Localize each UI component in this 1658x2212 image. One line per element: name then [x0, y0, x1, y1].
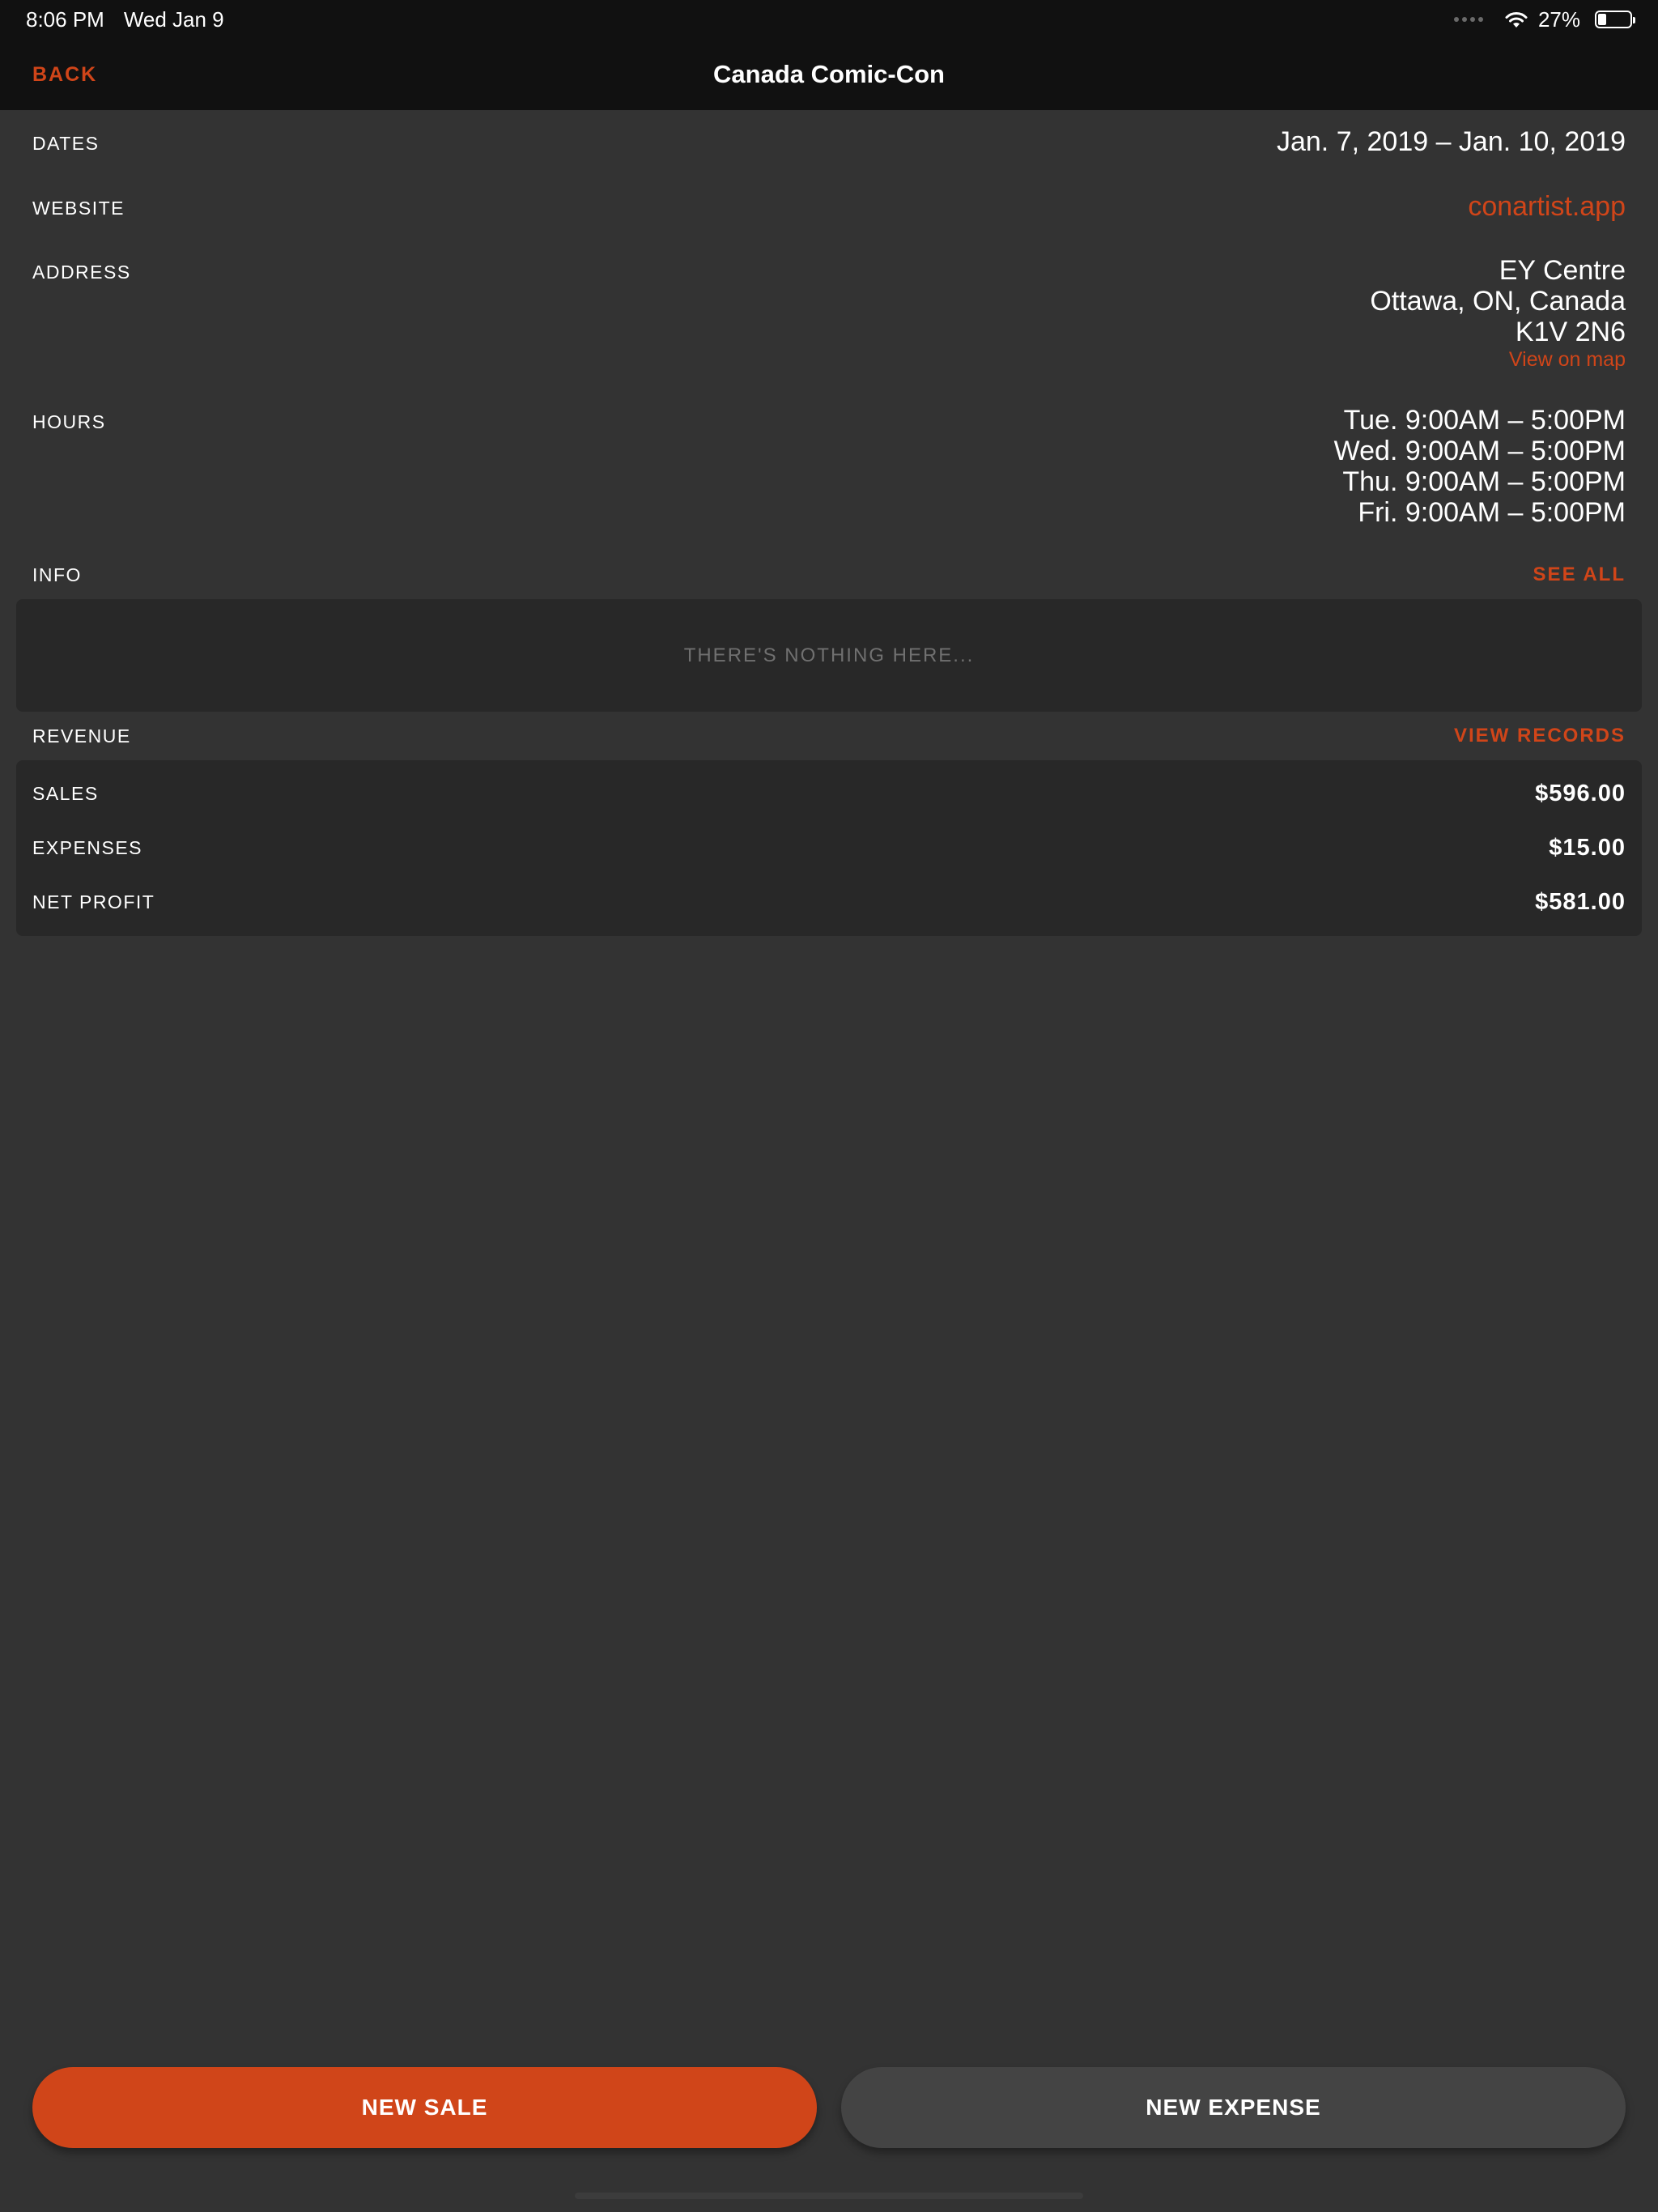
address-row: ADDRESS EY Centre Ottawa, ON, Canada K1V… — [0, 239, 1658, 389]
address-line: Ottawa, ON, Canada — [1370, 286, 1626, 317]
info-title: INFO — [32, 564, 82, 585]
sales-value: $596.00 — [1535, 781, 1626, 806]
battery-percentage: 27% — [1537, 6, 1580, 32]
hours-row: HOURS Tue. 9:00AM – 5:00PM Wed. 9:00AM –… — [0, 389, 1658, 551]
info-section-header: INFO SEE ALL — [0, 551, 1658, 599]
address-value: EY Centre Ottawa, ON, Canada K1V 2N6 Vie… — [1370, 239, 1626, 372]
status-time: 8:06 PM — [26, 6, 104, 32]
info-card: THERE'S NOTHING HERE... — [16, 599, 1642, 712]
dates-label: DATES — [32, 133, 100, 154]
battery-icon — [1595, 11, 1635, 28]
website-link[interactable]: conartist.app — [1468, 175, 1626, 222]
back-button[interactable]: BACK — [32, 39, 97, 110]
empty-state-text: THERE'S NOTHING HERE... — [683, 644, 975, 666]
new-sale-button[interactable]: NEW SALE — [32, 2067, 817, 2148]
page-title: Canada Comic-Con — [713, 60, 945, 88]
view-on-map-link[interactable]: View on map — [1370, 347, 1626, 372]
view-records-button[interactable]: VIEW RECORDS — [1454, 725, 1626, 747]
hours-line: Thu. 9:00AM – 5:00PM — [1342, 466, 1626, 497]
dates-row: DATES Jan. 7, 2019 – Jan. 10, 2019 — [0, 110, 1658, 175]
expenses-row: EXPENSES $15.00 — [16, 821, 1642, 875]
sales-label: SALES — [32, 783, 99, 804]
status-left: 8:06 PM Wed Jan 9 — [26, 7, 224, 32]
hours-line: Wed. 9:00AM – 5:00PM — [1333, 436, 1626, 466]
dates-value: Jan. 7, 2019 – Jan. 10, 2019 — [1276, 126, 1626, 157]
hours-line: Fri. 9:00AM – 5:00PM — [1358, 497, 1626, 528]
hours-value: Tue. 9:00AM – 5:00PM Wed. 9:00AM – 5:00P… — [1334, 389, 1626, 528]
revenue-card: SALES $596.00 EXPENSES $15.00 NET PROFIT… — [16, 760, 1642, 936]
website-label: WEBSITE — [32, 198, 125, 219]
address-line: EY Centre — [1499, 255, 1626, 286]
revenue-title: REVENUE — [32, 725, 131, 747]
hours-line: Tue. 9:00AM – 5:00PM — [1343, 405, 1626, 436]
net-profit-row: NET PROFIT $581.00 — [16, 875, 1642, 929]
new-expense-button[interactable]: NEW EXPENSE — [841, 2067, 1626, 2148]
address-label: ADDRESS — [32, 262, 131, 283]
net-profit-value: $581.00 — [1535, 889, 1626, 915]
wifi-icon — [1505, 12, 1528, 28]
hours-label: HOURS — [32, 411, 106, 432]
status-date: Wed Jan 9 — [123, 6, 224, 32]
expenses-value: $15.00 — [1549, 835, 1626, 861]
net-profit-label: NET PROFIT — [32, 891, 155, 912]
battery-level-fill — [1598, 14, 1606, 25]
home-indicator[interactable] — [575, 2193, 1083, 2199]
sales-row: SALES $596.00 — [16, 767, 1642, 821]
status-bar: 8:06 PM Wed Jan 9 27% — [0, 0, 1658, 39]
address-line: K1V 2N6 — [1515, 317, 1626, 347]
cellular-signal-icon — [1453, 17, 1483, 22]
revenue-section-header: REVENUE VIEW RECORDS — [0, 712, 1658, 760]
bottom-action-bar: NEW SALE NEW EXPENSE — [32, 2067, 1626, 2148]
website-row: WEBSITE conartist.app — [0, 175, 1658, 239]
convention-details: DATES Jan. 7, 2019 – Jan. 10, 2019 WEBSI… — [0, 110, 1658, 936]
expenses-label: EXPENSES — [32, 837, 142, 858]
navigation-bar: BACK Canada Comic-Con — [0, 39, 1658, 110]
see-all-button[interactable]: SEE ALL — [1533, 564, 1626, 586]
status-right: 27% — [1453, 6, 1635, 32]
